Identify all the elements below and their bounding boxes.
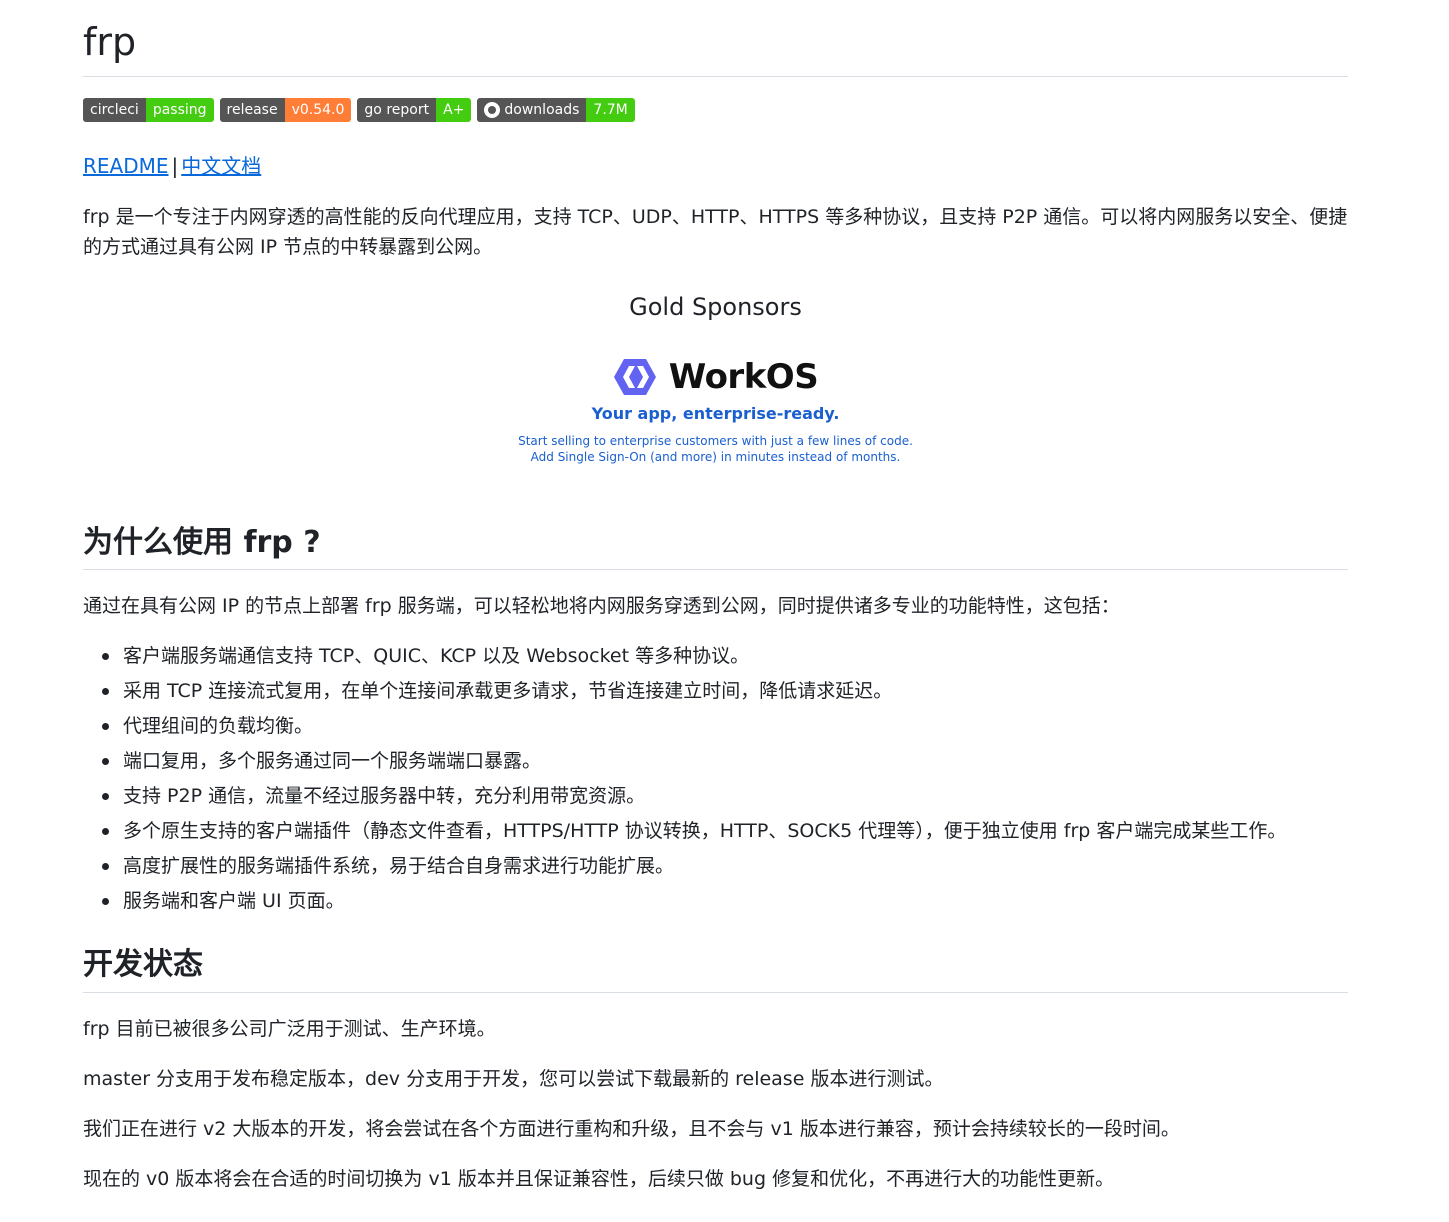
sponsors-heading: Gold Sponsors: [629, 293, 802, 321]
badge-label: downloads: [504, 102, 580, 118]
status-paragraph: master 分支用于发布稳定版本，dev 分支用于开发，您可以尝试下载最新的 …: [83, 1068, 944, 1090]
release-badge[interactable]: release v0.54.0: [219, 98, 352, 122]
why-divider: [83, 569, 1348, 570]
status-paragraph: 我们正在进行 v2 大版本的开发，将会尝试在各个方面进行重构和升级，且不会与 v…: [83, 1118, 1180, 1140]
badge-value: A+: [436, 98, 472, 122]
workos-description-line1: Start selling to enterprise customers wi…: [518, 434, 913, 448]
badge-value: 7.7M: [586, 98, 635, 122]
badge-value: v0.54.0: [284, 98, 352, 122]
list-item: 端口复用，多个服务通过同一个服务端端口暴露。: [101, 745, 1286, 780]
intro-paragraph: frp 是一个专注于内网穿透的高性能的反向代理应用，支持 TCP、UDP、HTT…: [83, 206, 1348, 258]
workos-logo-icon: [613, 359, 656, 395]
badge-label: release: [219, 98, 285, 122]
circleci-badge[interactable]: circleci passing: [83, 98, 214, 122]
chinese-docs-link[interactable]: 中文文档: [181, 154, 261, 178]
status-heading: 开发状态: [83, 947, 203, 982]
link-separator: |: [171, 154, 179, 178]
readme-page: frp circleci passing release v0.54.0 go …: [0, 0, 1449, 1222]
badge-row: circleci passing release v0.54.0 go repo…: [83, 98, 635, 122]
title-divider: [83, 76, 1348, 77]
badge-label: circleci: [83, 98, 146, 122]
badge-value: passing: [145, 98, 214, 122]
badge-label: go report: [357, 98, 437, 122]
workos-tagline: Your app, enterprise-ready.: [591, 404, 840, 423]
status-paragraph: 现在的 v0 版本将会在合适的时间切换为 v1 版本并且保证兼容性，后续只做 b…: [83, 1168, 1115, 1190]
list-item: 高度扩展性的服务端插件系统，易于结合自身需求进行功能扩展。: [101, 850, 1286, 885]
workos-sponsor[interactable]: WorkOS Your app, enterprise-ready. Start…: [503, 352, 928, 465]
why-heading: 为什么使用 frp ?: [83, 525, 321, 560]
why-intro: 通过在具有公网 IP 的节点上部署 frp 服务端，可以轻松地将内网服务穿透到公…: [83, 595, 1120, 617]
doc-links: README | 中文文档: [83, 152, 261, 180]
readme-link[interactable]: README: [83, 154, 169, 178]
workos-name: WorkOS: [668, 357, 819, 397]
list-item: 采用 TCP 连接流式复用，在单个连接间承载更多请求，节省连接建立时间，降低请求…: [101, 675, 1286, 710]
list-item: 服务端和客户端 UI 页面。: [101, 885, 1286, 920]
list-item: 客户端服务端通信支持 TCP、QUIC、KCP 以及 Websocket 等多种…: [101, 640, 1286, 675]
list-item: 多个原生支持的客户端插件（静态文件查看，HTTPS/HTTP 协议转换，HTTP…: [101, 815, 1286, 850]
badge-label-wrap: downloads: [477, 98, 587, 122]
go-report-badge[interactable]: go report A+: [357, 98, 472, 122]
github-icon: [484, 102, 501, 118]
workos-logo: WorkOS: [503, 352, 928, 402]
status-divider: [83, 992, 1348, 993]
workos-description-line2: Add Single Sign-On (and more) in minutes…: [530, 450, 901, 464]
list-item: 代理组间的负载均衡。: [101, 710, 1286, 745]
list-item: 支持 P2P 通信，流量不经过服务器中转，充分利用带宽资源。: [101, 780, 1286, 815]
page-title: frp: [83, 20, 137, 64]
status-paragraph: frp 目前已被很多公司广泛用于测试、生产环境。: [83, 1018, 496, 1040]
feature-list: 客户端服务端通信支持 TCP、QUIC、KCP 以及 Websocket 等多种…: [83, 640, 1286, 920]
downloads-badge[interactable]: downloads 7.7M: [477, 98, 635, 122]
